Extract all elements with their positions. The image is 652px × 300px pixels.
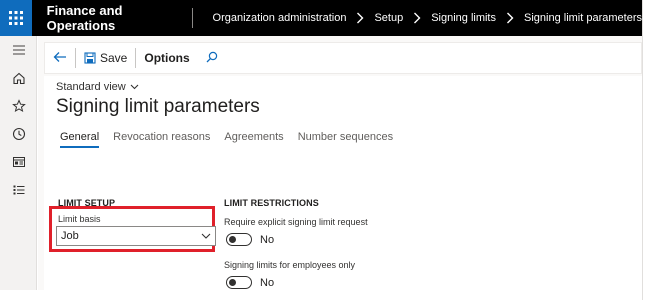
chevron-right-icon [356, 12, 364, 24]
chevron-down-icon [130, 84, 139, 90]
breadcrumb-item[interactable]: Signing limit parameters [524, 12, 642, 24]
options-label: Options [144, 51, 190, 65]
toggle-knob [229, 236, 236, 243]
view-selector[interactable]: Standard view [56, 81, 139, 93]
chevron-down-icon [201, 233, 211, 239]
app-title[interactable]: Finance and Operations [32, 3, 192, 33]
form-content: Standard view Signing limit parameters G… [44, 76, 642, 290]
navigation-pane [0, 36, 37, 290]
action-pane: Save Options [44, 42, 642, 74]
page-title: Signing limit parameters [56, 96, 260, 117]
explicit-request-toggle[interactable] [226, 233, 252, 246]
employees-only-field: No [226, 276, 274, 289]
explicit-request-field: No [226, 233, 274, 246]
explicit-request-value: No [260, 233, 275, 246]
tab-bar: General Revocation reasons Agreements Nu… [60, 131, 407, 148]
limit-basis-dropdown[interactable]: Job [56, 226, 216, 246]
back-button[interactable] [45, 43, 75, 73]
app-launcher-icon[interactable] [0, 0, 32, 36]
options-button[interactable]: Options [136, 43, 197, 73]
breadcrumb: Organization administration Setup Signin… [213, 12, 642, 24]
breadcrumb-item[interactable]: Organization administration [213, 12, 347, 24]
save-icon [84, 52, 96, 64]
breadcrumb-item[interactable]: Setup [374, 12, 403, 24]
clock-icon[interactable] [0, 120, 37, 148]
breadcrumb-item[interactable]: Signing limits [431, 12, 496, 24]
limit-restrictions-title: LIMIT RESTRICTIONS [224, 198, 319, 208]
divider [191, 8, 193, 28]
back-arrow-icon [53, 51, 67, 66]
tab-general[interactable]: General [60, 131, 100, 148]
employees-only-toggle[interactable] [226, 276, 252, 289]
save-button[interactable]: Save [76, 43, 135, 73]
toggle-knob [229, 279, 236, 286]
search-button[interactable] [198, 43, 226, 73]
explicit-request-label: Require explicit signing limit request [224, 217, 368, 227]
save-label: Save [100, 51, 128, 65]
tab-revocation-reasons[interactable]: Revocation reasons [113, 131, 210, 148]
home-icon[interactable] [0, 64, 37, 92]
employees-only-value: No [260, 276, 275, 289]
top-bar: Finance and Operations Organization admi… [0, 0, 642, 36]
tab-number-sequences[interactable]: Number sequences [298, 131, 393, 148]
list-icon[interactable] [0, 176, 37, 204]
star-icon[interactable] [0, 92, 37, 120]
employees-only-label: Signing limits for employees only [224, 260, 356, 270]
page-area: Save Options Standard view Signing limit… [38, 36, 642, 290]
window-edge [642, 0, 652, 300]
limit-basis-label: Limit basis [58, 214, 101, 224]
workspace-icon[interactable] [0, 148, 37, 176]
limit-basis-value: Job [61, 230, 79, 242]
search-icon [206, 51, 218, 66]
tab-agreements[interactable]: Agreements [224, 131, 283, 148]
chevron-right-icon [413, 12, 421, 24]
view-name: Standard view [56, 81, 126, 93]
hamburger-icon[interactable] [0, 36, 37, 64]
chevron-right-icon [506, 12, 514, 24]
